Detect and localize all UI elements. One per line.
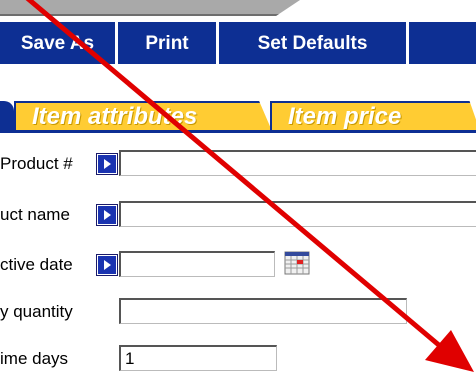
print-label: Print (145, 33, 189, 54)
save-as-button[interactable]: Save As (0, 22, 118, 64)
quantity-field[interactable] (119, 298, 407, 324)
toolbar: Save As Print Set Defaults (0, 22, 476, 64)
tab-active-fragment[interactable] (0, 101, 14, 133)
set-defaults-button[interactable]: Set Defaults (219, 22, 409, 64)
product-name-field[interactable] (119, 201, 476, 227)
calendar-icon[interactable] (284, 251, 310, 275)
tab-underline (0, 130, 476, 133)
tab-strip: Item attributes Item price (0, 86, 476, 133)
time-days-field[interactable]: 1 (119, 345, 277, 371)
row-active-date: ctive date (0, 251, 476, 279)
active-date-field[interactable] (119, 251, 275, 277)
row-product-name: uct name (0, 201, 476, 229)
set-defaults-label: Set Defaults (257, 33, 368, 54)
tab-item-price-label: Item price (288, 103, 402, 130)
lookup-arrow-icon[interactable] (96, 204, 118, 226)
lookup-arrow-icon[interactable] (96, 153, 118, 175)
product-number-label: Product # (0, 154, 73, 173)
product-number-field[interactable] (119, 150, 476, 176)
save-as-label: Save As (20, 33, 95, 54)
row-product-number: Product # (0, 150, 476, 178)
quantity-label: y quantity (0, 302, 73, 321)
top-area (0, 0, 476, 20)
print-button[interactable]: Print (118, 22, 219, 64)
tab-item-attributes[interactable]: Item attributes (14, 101, 272, 131)
active-date-label: ctive date (0, 255, 73, 274)
product-name-label: uct name (0, 205, 70, 224)
time-days-label: ime days (0, 349, 69, 368)
top-tab-fragment (0, 0, 300, 16)
tab-item-attributes-label: Item attributes (32, 103, 198, 130)
row-time-days: ime days 1 (0, 345, 476, 373)
row-quantity: y quantity (0, 298, 476, 326)
tab-item-price[interactable]: Item price (270, 101, 476, 131)
lookup-arrow-icon[interactable] (96, 254, 118, 276)
